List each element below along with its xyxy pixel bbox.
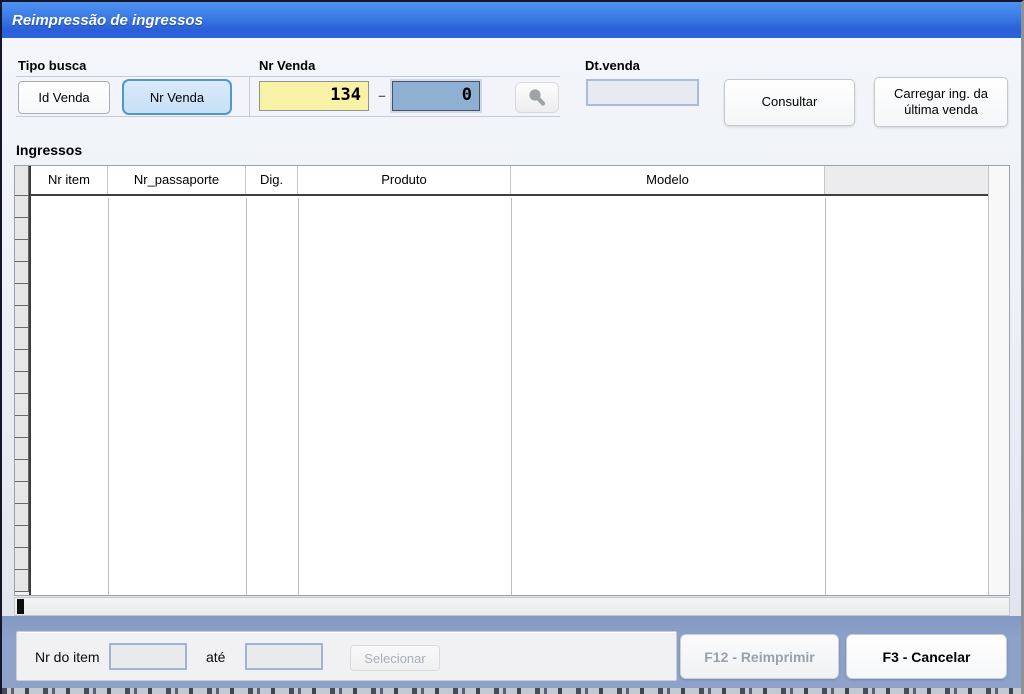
stub-header-cell [15,166,29,196]
table-column-divider [825,198,826,595]
table-header-row: Nr item Nr_passaporte Dig. Produto Model… [31,166,988,196]
item-range-panel: Nr do item até Selecionar [16,631,677,681]
column-header-nr-item[interactable]: Nr item [31,166,108,194]
background-window-sliver [2,688,1021,694]
item-from-input[interactable] [109,643,187,670]
item-to-input[interactable] [245,643,323,670]
ingressos-label: Ingressos [16,142,82,158]
id-venda-button[interactable]: Id Venda [18,81,110,114]
band-divider [249,76,250,117]
column-header-nr-passaporte[interactable]: Nr_passaporte [108,166,246,194]
row-stub[interactable] [15,547,29,570]
row-stub[interactable] [15,283,29,306]
row-stub[interactable] [15,371,29,394]
column-header-dig[interactable]: Dig. [246,166,298,194]
f12-reimprimir-button[interactable]: F12 - Reimprimir [680,634,839,679]
column-header-filler [825,166,988,194]
nr-do-item-label: Nr do item [35,649,100,665]
venda-from-field[interactable]: 134 [259,81,369,111]
column-header-produto[interactable]: Produto [298,166,511,194]
table-row-stubs [15,166,29,595]
f3-cancelar-button[interactable]: F3 - Cancelar [846,634,1007,679]
horizontal-scrollbar-thumb[interactable] [17,599,24,614]
row-stub[interactable] [15,415,29,438]
ate-label: até [206,649,225,665]
table-column-divider [511,198,512,595]
row-stub[interactable] [15,327,29,350]
horizontal-scrollbar[interactable] [14,597,1010,616]
row-stub[interactable] [15,217,29,240]
row-stub[interactable] [15,261,29,284]
consultar-button[interactable]: Consultar [724,79,855,126]
dt-venda-label: Dt.venda [585,58,640,73]
row-stub[interactable] [15,459,29,482]
row-stub[interactable] [15,239,29,262]
row-stub[interactable] [15,437,29,460]
row-stub[interactable] [15,393,29,416]
stub-divider [29,166,31,595]
table-column-divider [298,198,299,595]
row-stub[interactable] [15,305,29,328]
nr-venda-label: Nr Venda [259,58,315,73]
row-stub[interactable] [15,481,29,504]
range-dash: – [374,81,390,111]
ingressos-table[interactable]: Nr item Nr_passaporte Dig. Produto Model… [14,165,1010,596]
column-header-modelo[interactable]: Modelo [511,166,825,194]
row-stub[interactable] [15,525,29,548]
tipo-busca-label: Tipo busca [18,58,86,73]
venda-to-field[interactable]: 0 [392,81,480,111]
row-stub[interactable] [15,349,29,372]
magnifier-icon [526,87,548,109]
selecionar-button[interactable]: Selecionar [350,645,440,671]
table-column-divider [108,198,109,595]
row-stub[interactable] [15,503,29,526]
window-title: Reimpressão de ingressos [12,12,203,29]
search-button[interactable] [515,82,559,113]
dialog-window: Reimpressão de ingressos Tipo busca Nr V… [0,0,1024,694]
dt-venda-input[interactable] [586,79,699,106]
row-stub[interactable] [15,569,29,592]
table-column-divider [246,198,247,595]
carregar-ultima-venda-button[interactable]: Carregar ing. da última venda [874,77,1008,127]
nr-venda-button[interactable]: Nr Venda [122,79,232,115]
vertical-scrollbar-track[interactable] [988,166,1009,595]
row-stub[interactable] [15,195,29,218]
title-bar[interactable]: Reimpressão de ingressos [2,2,1021,38]
